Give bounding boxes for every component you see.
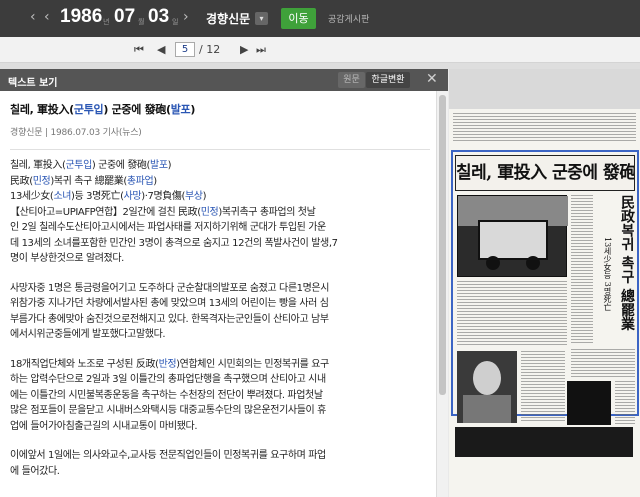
year-value[interactable]: 1986 bbox=[60, 6, 102, 28]
panel-header: 텍스트 보기 원문 한글변환 ✕ bbox=[0, 69, 448, 91]
article-paragraph: 이에앞서 1일에는 의사와교수,교사등 전문직업인들이 민정복귀를 요구하며 파… bbox=[10, 450, 326, 477]
month-value[interactable]: 07 bbox=[114, 6, 135, 28]
scan-dark-block bbox=[567, 381, 611, 425]
chevron-down-icon[interactable]: ▾ bbox=[255, 12, 268, 25]
month-unit: 월 bbox=[138, 18, 145, 26]
article-title: 칠레, 軍投入(군투입) 군중에 發砲(발포) bbox=[10, 103, 196, 116]
prev-date-icon[interactable]: ‹ bbox=[30, 9, 36, 25]
newspaper-name[interactable]: 경향신문 bbox=[206, 10, 250, 27]
original-text-button[interactable]: 원문 bbox=[338, 72, 365, 88]
scan-photo-truck bbox=[457, 195, 568, 277]
close-icon[interactable]: ✕ bbox=[426, 71, 438, 87]
divider bbox=[10, 149, 430, 150]
top-toolbar: ‹ ‹ 1986 년 07 월 03 일 › 경향신문 ▾ 이동 공감게시판 bbox=[0, 0, 640, 37]
scan-vertical-subhead: 13세少女등 3명死亡 bbox=[603, 237, 612, 311]
day-unit: 일 bbox=[172, 18, 179, 26]
text-view-panel: 텍스트 보기 원문 한글변환 ✕ 칠레, 軍投入(군투입) 군중에 發砲(발포)… bbox=[0, 69, 448, 497]
page-number-input[interactable]: 5 bbox=[175, 42, 195, 57]
next-date-icon[interactable]: › bbox=[183, 9, 189, 25]
panel-title: 텍스트 보기 bbox=[8, 78, 58, 89]
scan-vertical-headline: 民政복귀 촉구 總罷業 bbox=[619, 195, 635, 331]
first-page-icon[interactable]: ⏮ bbox=[134, 43, 144, 57]
article-meta: 경향신문 | 1986.07.03 기사(뉴스) bbox=[10, 128, 142, 138]
scan-advertisement bbox=[455, 427, 633, 457]
prev-date-icon-2[interactable]: ‹ bbox=[44, 9, 50, 25]
last-page-icon[interactable]: ⏭ bbox=[256, 43, 266, 57]
page-navigation: ⏮ ◀ 5 / 12 ▶ ⏭ bbox=[0, 37, 640, 63]
article-body: 칠레, 軍投入(군투입) 군중에 發砲(발포) 경향신문 | 1986.07.0… bbox=[0, 91, 436, 497]
board-link[interactable]: 공감게시판 bbox=[328, 12, 369, 25]
next-page-icon[interactable]: ▶ bbox=[240, 43, 248, 56]
newspaper-scan[interactable]: 칠레, 軍投入 군중에 發砲 民政복귀 촉구 總罷業 13세少女등 3명死亡 bbox=[449, 69, 640, 497]
article-paragraph: 사망자중 1명은 통금령을어기고 도주하다 군순찰대의발포로 숨졌고 다른1명은… bbox=[10, 282, 329, 341]
scrollbar[interactable] bbox=[436, 91, 448, 497]
scan-headline: 칠레, 軍投入 군중에 發砲 bbox=[455, 155, 635, 191]
go-button[interactable]: 이동 bbox=[281, 8, 316, 29]
total-pages: / 12 bbox=[199, 43, 221, 56]
article-subheads: 칠레, 軍投入(군투입) 군중에 發砲(발포) 民政(민정)복귀 촉구 總罷業(… bbox=[10, 160, 338, 264]
year-unit: 년 bbox=[103, 18, 110, 26]
article-paragraph: 18개직업단체와 노조로 구성된 反政(반정)연합체인 시민회의는 민정복귀를 … bbox=[10, 358, 329, 432]
scan-photo-portrait bbox=[457, 351, 517, 423]
day-value[interactable]: 03 bbox=[148, 6, 169, 28]
hangul-convert-button[interactable]: 한글변환 bbox=[366, 72, 410, 88]
prev-page-icon[interactable]: ◀ bbox=[157, 43, 165, 56]
scrollbar-thumb[interactable] bbox=[439, 95, 446, 395]
